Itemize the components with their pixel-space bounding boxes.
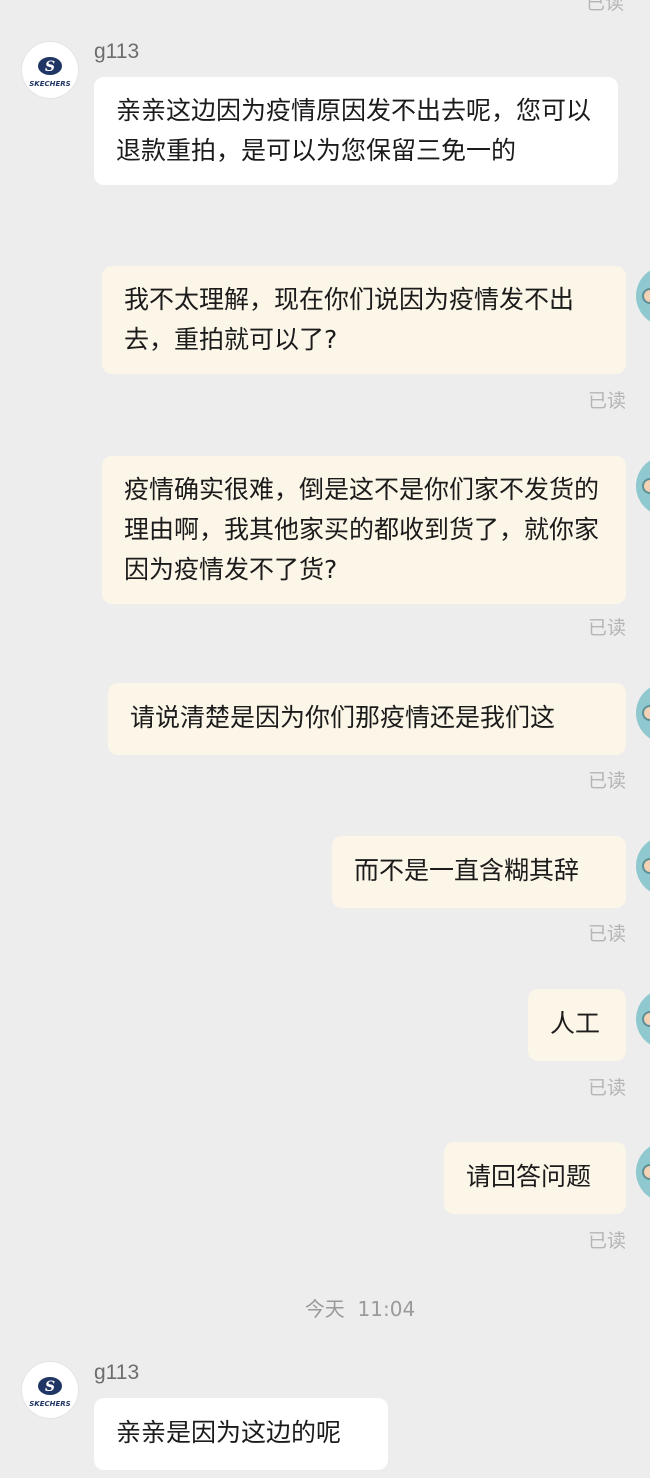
time-divider: 今天 11:04 <box>304 1297 416 1321</box>
message-bubble-incoming[interactable]: 亲亲这边因为疫情原因发不出去呢，您可以退款重拍，是可以为您保留三免一的 <box>94 77 618 185</box>
shop-avatar[interactable]: S SKECHERS <box>22 1362 78 1418</box>
user-avatar-face-icon <box>642 478 650 494</box>
message-bubble-outgoing[interactable]: 我不太理解，现在你们说因为疫情发不出去，重拍就可以了? <box>102 266 626 374</box>
read-status: 已读 <box>587 390 626 412</box>
user-avatar[interactable] <box>636 989 650 1049</box>
skechers-logo-icon: S SKECHERS <box>29 57 71 88</box>
svg-text:SKECHERS: SKECHERS <box>29 80 70 88</box>
svg-text:S: S <box>45 59 55 75</box>
user-avatar[interactable] <box>636 456 650 516</box>
skechers-logo-icon: S SKECHERS <box>29 1377 71 1408</box>
read-status: 已读 <box>587 923 626 945</box>
shop-avatar[interactable]: S SKECHERS <box>22 42 78 98</box>
user-avatar-face-icon <box>642 288 650 304</box>
svg-text:S: S <box>45 1379 55 1395</box>
user-avatar[interactable] <box>636 266 650 326</box>
message-bubble-outgoing[interactable]: 而不是一直含糊其辞 <box>332 836 626 908</box>
read-status: 已读 <box>587 1077 626 1099</box>
read-status: 已读 <box>586 0 625 14</box>
read-status: 已读 <box>587 1230 626 1252</box>
read-status: 已读 <box>587 617 626 639</box>
message-bubble-incoming[interactable]: 亲亲是因为这边的呢 <box>94 1398 388 1470</box>
user-avatar-face-icon <box>642 1164 650 1180</box>
svg-text:SKECHERS: SKECHERS <box>29 1400 70 1408</box>
sender-name: g113 <box>94 1361 140 1384</box>
user-avatar-face-icon <box>642 1011 650 1027</box>
message-bubble-outgoing[interactable]: 疫情确实很难，倒是这不是你们家不发货的理由啊，我其他家买的都收到货了，就你家因为… <box>102 456 626 604</box>
read-status: 已读 <box>587 770 626 792</box>
user-avatar-face-icon <box>642 858 650 874</box>
chat-screen: { "top_status": "已读", "contact": { "name… <box>0 0 650 1478</box>
message-bubble-outgoing[interactable]: 请回答问题 <box>444 1142 626 1214</box>
user-avatar[interactable] <box>636 1142 650 1202</box>
sender-name: g113 <box>94 40 140 63</box>
user-avatar[interactable] <box>636 836 650 896</box>
user-avatar[interactable] <box>636 683 650 743</box>
message-bubble-outgoing[interactable]: 人工 <box>528 989 626 1061</box>
user-avatar-face-icon <box>642 705 650 721</box>
message-bubble-outgoing[interactable]: 请说清楚是因为你们那疫情还是我们这 <box>108 683 626 755</box>
